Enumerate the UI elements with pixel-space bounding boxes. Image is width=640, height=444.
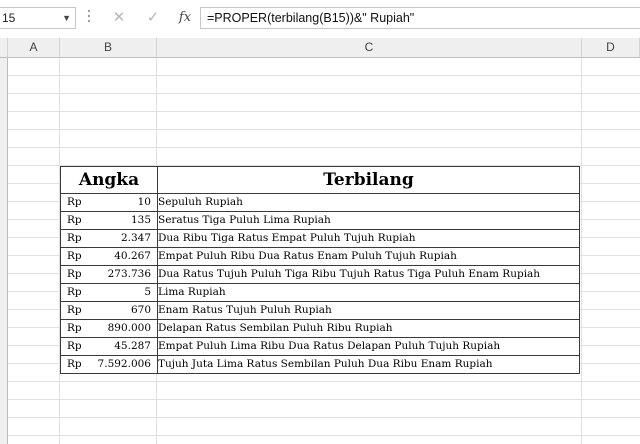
amount-value: 40.267 [114, 250, 151, 262]
table-row: Rp 10 Sepuluh Rupiah [60, 193, 580, 212]
amount-value: 5 [144, 286, 151, 298]
amount-cell[interactable]: Rp 273.736 [60, 265, 158, 284]
words-cell[interactable]: Seratus Tiga Puluh Lima Rupiah [157, 211, 580, 230]
table-row: Rp 273.736 Dua Ratus Tujuh Puluh Tiga Rib… [60, 265, 580, 284]
table-row: Rp 670 Enam Ratus Tujuh Puluh Rupiah [60, 301, 580, 320]
currency-label: Rp [67, 286, 82, 298]
words-cell[interactable]: Delapan Ratus Sembilan Puluh Ribu Rupiah [157, 319, 580, 338]
currency-label: Rp [67, 322, 82, 334]
amount-value: 273.736 [107, 268, 151, 280]
currency-label: Rp [67, 250, 82, 262]
currency-label: Rp [67, 358, 82, 370]
words-cell[interactable]: Lima Rupiah [157, 283, 580, 302]
amount-cell[interactable]: Rp 135 [60, 211, 158, 230]
column-header-d[interactable]: D [582, 38, 640, 58]
currency-label: Rp [67, 304, 82, 316]
amount-value: 890.000 [107, 322, 151, 334]
check-icon: ✓ [146, 9, 160, 26]
words-cell[interactable]: Dua Ratus Tujuh Puluh Tiga Ribu Tujuh Ra… [157, 265, 580, 284]
table-row: Rp 890.000 Delapan Ratus Sembilan Puluh R… [60, 319, 580, 338]
amount-value: 670 [130, 304, 151, 316]
table-row: Rp 135 Seratus Tiga Puluh Lima Rupiah [60, 211, 580, 230]
table-row: Rp 7.592.006 Tujuh Juta Lima Ratus Sembil… [60, 355, 580, 374]
name-box-value: 15 [2, 11, 16, 25]
amount-cell[interactable]: Rp 5 [60, 283, 158, 302]
row-header-strip[interactable] [0, 58, 8, 444]
table-row: Rp 40.267 Empat Puluh Ribu Dua Ratus Enam… [60, 247, 580, 266]
drag-handle-icon[interactable] [88, 10, 92, 26]
amount-cell[interactable]: Rp 10 [60, 193, 158, 212]
amount-value: 135 [130, 214, 151, 226]
column-header-a[interactable]: A [8, 38, 60, 58]
header-terbilang[interactable]: Terbilang [157, 166, 580, 194]
amount-value: 2.347 [120, 232, 151, 244]
table-row: Rp 2.347 Dua Ribu Tiga Ratus Empat Puluh … [60, 229, 580, 248]
amount-value: 7.592.006 [97, 358, 151, 370]
words-cell[interactable]: Enam Ratus Tujuh Puluh Rupiah [157, 301, 580, 320]
formula-bar: 15 ▼ ✕ ✓ fx =PROPER(terbilang(B15))&" Ru… [0, 0, 640, 38]
words-cell[interactable]: Empat Puluh Ribu Dua Ratus Enam Puluh Tu… [157, 247, 580, 266]
words-cell[interactable]: Sepuluh Rupiah [157, 193, 580, 212]
amount-cell[interactable]: Rp 7.592.006 [60, 355, 158, 374]
currency-label: Rp [67, 268, 82, 280]
amount-cell[interactable]: Rp 40.267 [60, 247, 158, 266]
formula-input[interactable]: =PROPER(terbilang(B15))&" Rupiah" [200, 7, 640, 29]
amount-value: 10 [137, 196, 151, 208]
words-cell[interactable]: Empat Puluh Lima Ribu Dua Ratus Delapan … [157, 337, 580, 356]
column-header-c[interactable]: C [157, 38, 582, 58]
table-row: Rp 5 Lima Rupiah [60, 283, 580, 302]
amount-cell[interactable]: Rp 890.000 [60, 319, 158, 338]
words-cell[interactable]: Dua Ribu Tiga Ratus Empat Puluh Tujuh Ru… [157, 229, 580, 248]
chevron-down-icon[interactable]: ▼ [62, 8, 71, 28]
amount-cell[interactable]: Rp 45.287 [60, 337, 158, 356]
currency-label: Rp [67, 196, 82, 208]
currency-label: Rp [67, 340, 82, 352]
currency-label: Rp [67, 232, 82, 244]
column-header-b[interactable]: B [60, 38, 157, 58]
words-cell[interactable]: Tujuh Juta Lima Ratus Sembilan Puluh Dua… [157, 355, 580, 374]
enter-button[interactable]: ✓ [140, 7, 166, 29]
amount-value: 45.287 [114, 340, 151, 352]
header-angka[interactable]: Angka [60, 166, 158, 194]
amount-cell[interactable]: Rp 670 [60, 301, 158, 320]
amount-cell[interactable]: Rp 2.347 [60, 229, 158, 248]
table-header-row: Angka Terbilang [60, 166, 580, 194]
insert-function-button[interactable]: fx [172, 7, 198, 29]
currency-label: Rp [67, 214, 82, 226]
name-box[interactable]: 15 ▼ [0, 7, 76, 29]
close-icon: ✕ [112, 9, 126, 26]
terbilang-table: Angka Terbilang Rp 10 Sepuluh Rupiah Rp 13… [60, 166, 580, 374]
cancel-button[interactable]: ✕ [106, 7, 132, 29]
select-all-corner[interactable] [0, 38, 8, 58]
function-icon: fx [178, 10, 192, 25]
table-row: Rp 45.287 Empat Puluh Lima Ribu Dua Ratus… [60, 337, 580, 356]
